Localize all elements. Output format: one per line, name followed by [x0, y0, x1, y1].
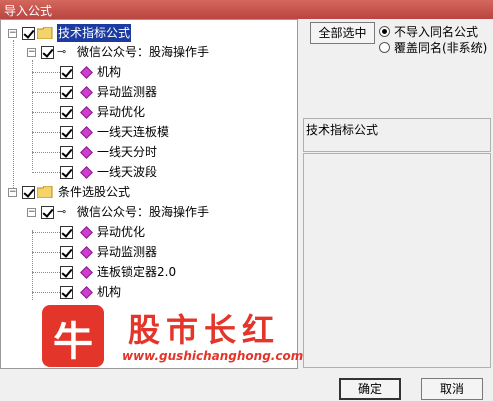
checkbox[interactable]: [60, 166, 73, 179]
formula-icon: [80, 226, 93, 239]
tree-item[interactable]: 异动优化: [1, 223, 201, 241]
checkbox[interactable]: [22, 27, 35, 40]
formula-icon: [80, 146, 93, 159]
tree-line: [32, 92, 60, 93]
tree-item[interactable]: 一线天连板模: [1, 123, 201, 141]
checkbox[interactable]: [60, 226, 73, 239]
folder-icon: [37, 186, 53, 198]
formula-icon: [80, 106, 93, 119]
formula-icon: [80, 166, 93, 179]
checkbox[interactable]: [60, 146, 73, 159]
window-title: 导入公式: [4, 4, 53, 18]
tree-group-label: 条件选股公式: [58, 185, 131, 199]
tree-item[interactable]: 连板锁定器2.0: [1, 263, 201, 281]
tree-item-label: 异动优化: [97, 105, 146, 119]
tree-item[interactable]: 异动优化: [1, 103, 201, 121]
tree-subgroup-label: 微信公众号：股海操作手: [77, 45, 210, 59]
tree-item-label: 一线天连板模: [97, 125, 170, 139]
radio-overwrite[interactable]: [379, 42, 390, 53]
title-bar: 导入公式: [0, 0, 493, 19]
ok-button[interactable]: 确定: [339, 378, 401, 400]
tree-item[interactable]: 异动监测器: [1, 243, 201, 261]
tree-subgroup-label: 微信公众号：股海操作手: [77, 205, 210, 219]
tree-line: [32, 72, 60, 73]
checkbox[interactable]: [60, 86, 73, 99]
tree-subgroup[interactable]: − ⊸ 微信公众号：股海操作手: [1, 203, 241, 221]
tree-line: [32, 152, 60, 153]
tree-line: [32, 232, 60, 233]
tree-item-label: 一线天波段: [97, 165, 158, 179]
tree-line: [32, 132, 60, 133]
radio-no-import-label[interactable]: 不导入同名公式: [394, 23, 478, 40]
tree-group-label: 技术指标公式: [57, 24, 132, 42]
formula-icon: [80, 86, 93, 99]
tree-line: [32, 172, 60, 173]
collapse-icon[interactable]: −: [8, 29, 17, 38]
watermark-logo: 牛: [42, 305, 104, 367]
watermark-url: www.gushichanghong.com: [122, 349, 304, 363]
checkbox[interactable]: [22, 186, 35, 199]
tree-item[interactable]: 机构: [1, 63, 201, 81]
tree-item[interactable]: 异动监测器: [1, 83, 201, 101]
tree-subgroup[interactable]: − ⊸ 微信公众号：股海操作手: [1, 43, 241, 61]
checkbox[interactable]: [60, 286, 73, 299]
tree-line: [32, 292, 60, 293]
tree-item-label: 异动监测器: [97, 85, 158, 99]
folder-icon: [37, 27, 53, 39]
collapse-icon[interactable]: −: [8, 188, 17, 197]
formula-icon: [80, 286, 93, 299]
info-label-panel: 技术指标公式: [303, 118, 491, 152]
radio-overwrite-label[interactable]: 覆盖同名(非系统): [394, 39, 487, 56]
tree-item-label: 异动监测器: [97, 245, 158, 259]
key-icon: ⊸: [57, 205, 67, 218]
tree-line: [32, 112, 60, 113]
checkbox[interactable]: [60, 246, 73, 259]
collapse-icon[interactable]: −: [27, 208, 36, 217]
checkbox[interactable]: [60, 126, 73, 139]
info-content-panel: [303, 153, 491, 368]
tree-line: [32, 272, 60, 273]
select-all-button[interactable]: 全部选中: [310, 22, 375, 44]
tree-item-label: 一线天分时: [97, 145, 158, 159]
checkbox[interactable]: [60, 106, 73, 119]
tree-item-label: 连板锁定器2.0: [97, 265, 177, 279]
tree-group-tech[interactable]: − 技术指标公式: [1, 24, 201, 42]
tree-item-label: 机构: [97, 65, 122, 79]
tree-item-label: 异动优化: [97, 225, 146, 239]
checkbox[interactable]: [41, 206, 54, 219]
watermark: 牛 股市长红 www.gushichanghong.com: [42, 305, 303, 375]
watermark-brand: 股市长红: [128, 311, 281, 349]
radio-no-import[interactable]: [379, 26, 390, 37]
formula-icon: [80, 66, 93, 79]
formula-icon: [80, 126, 93, 139]
tree-item-label: 机构: [97, 285, 122, 299]
checkbox[interactable]: [41, 46, 54, 59]
tree-line: [32, 252, 60, 253]
tree-item[interactable]: 机构: [1, 283, 201, 301]
formula-icon: [80, 246, 93, 259]
key-icon: ⊸: [57, 45, 67, 58]
collapse-icon[interactable]: −: [27, 48, 36, 57]
info-label: 技术指标公式: [306, 123, 379, 137]
checkbox[interactable]: [60, 266, 73, 279]
tree-group-screen[interactable]: − 条件选股公式: [1, 183, 201, 201]
cancel-button[interactable]: 取消: [421, 378, 483, 400]
checkbox[interactable]: [60, 66, 73, 79]
formula-icon: [80, 266, 93, 279]
tree-item[interactable]: 一线天分时: [1, 143, 201, 161]
tree-item[interactable]: 一线天波段: [1, 163, 201, 181]
watermark-logo-char: 牛: [53, 318, 93, 365]
